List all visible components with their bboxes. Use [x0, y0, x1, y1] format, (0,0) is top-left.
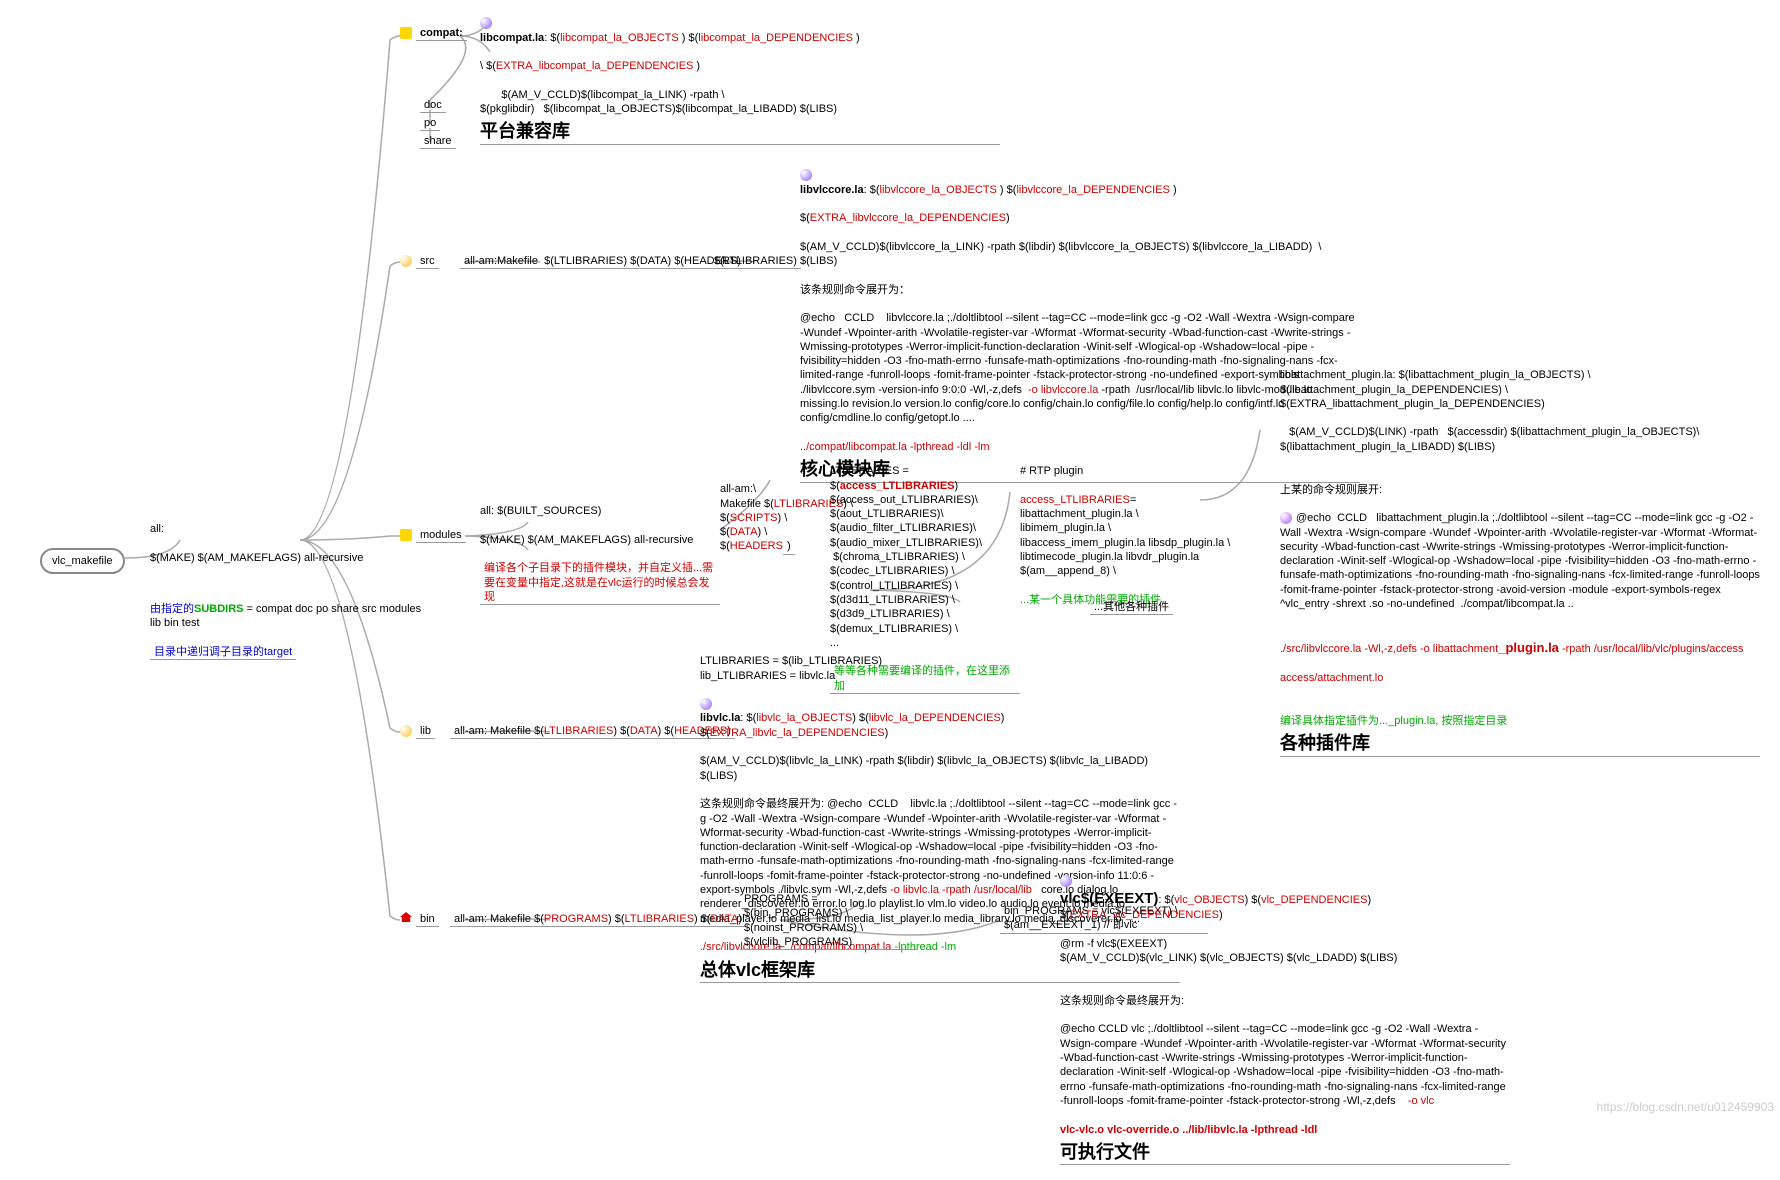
root-node[interactable]: vlc_makefile [40, 548, 125, 574]
bin-node[interactable]: bin [400, 912, 439, 927]
all-line2: $(MAKE) $(AM_MAKEFLAGS) all-recursive [150, 551, 430, 565]
compat-title: 平台兼容库 [480, 120, 1000, 144]
all-line3: 由指定的SUBDIRS = compat doc po share src mo… [150, 602, 430, 631]
modules-other: ...其他各种插件 [1090, 600, 1173, 615]
bin-title: 可执行文件 [1060, 1141, 1510, 1165]
modules-all: all: $(BUILT_SOURCES) $(MAKE) $(AM_MAKEF… [480, 490, 720, 620]
bin-programs: PROGRAMS = $(bin_PROGRAMS) \ $(noinst_PR… [740, 892, 918, 950]
lib-icon [400, 725, 412, 737]
folder-icon [400, 529, 412, 541]
share-node[interactable]: share [420, 134, 456, 149]
libvlccore-block: libvlccore.la: $(libvlccore_la_OBJECTS )… [800, 154, 1360, 497]
src-icon [400, 255, 412, 267]
compat-node[interactable]: compat: [400, 26, 467, 41]
doc-node[interactable]: doc [420, 98, 446, 113]
bin-allam: all-am: Makefile $(PROGRAMS) $(LTLIBRARI… [450, 912, 746, 927]
ball-icon [800, 169, 812, 181]
ball-icon [480, 17, 492, 29]
lib-allam: all-am: Makefile $(LTLIBRARIES) $(DATA) … [450, 724, 735, 739]
lib-node[interactable]: lib [400, 724, 435, 739]
src-lt: $(LTLIBRARIES) [710, 254, 801, 269]
watermark: https://blog.csdn.net/u012459903 [1597, 1100, 1774, 1114]
plugin-block: libattachment_plugin.la: $(libattachment… [1280, 354, 1760, 771]
house-icon [400, 912, 412, 922]
src-allam: all-am:Makefile $(LTLIBRARIES) $(DATA) $… [460, 254, 745, 269]
folder-icon [400, 27, 412, 39]
plugin-title: 各种插件库 [1280, 732, 1760, 756]
all-block: all: $(MAKE) $(AM_MAKEFLAGS) all-recursi… [150, 508, 430, 660]
ball-icon [1280, 512, 1292, 524]
ball-icon [700, 698, 712, 710]
all-line4: 目录中递归调子目录的target [150, 645, 296, 660]
all-line1: all: [150, 522, 430, 536]
vlc-block: vlc$(EXEEXT): $(vlc_OBJECTS) $(vlc_DEPEN… [1060, 860, 1510, 1180]
modules-node[interactable]: modules [400, 528, 466, 543]
modules-rtp: # RTP plugin access_LTLIBRARIES= libatta… [1020, 450, 1240, 607]
src-node[interactable]: src [400, 254, 439, 269]
modules-note: 编译各个子目录下的插件模块，并自定义插...需要在变量中指定,这就是在vlc运行… [480, 561, 720, 605]
libcompat-block: libcompat.la: $(libcompat_la_OBJECTS ) $… [480, 2, 1000, 159]
ball-icon [1060, 875, 1072, 887]
po-node[interactable]: po [420, 116, 440, 131]
